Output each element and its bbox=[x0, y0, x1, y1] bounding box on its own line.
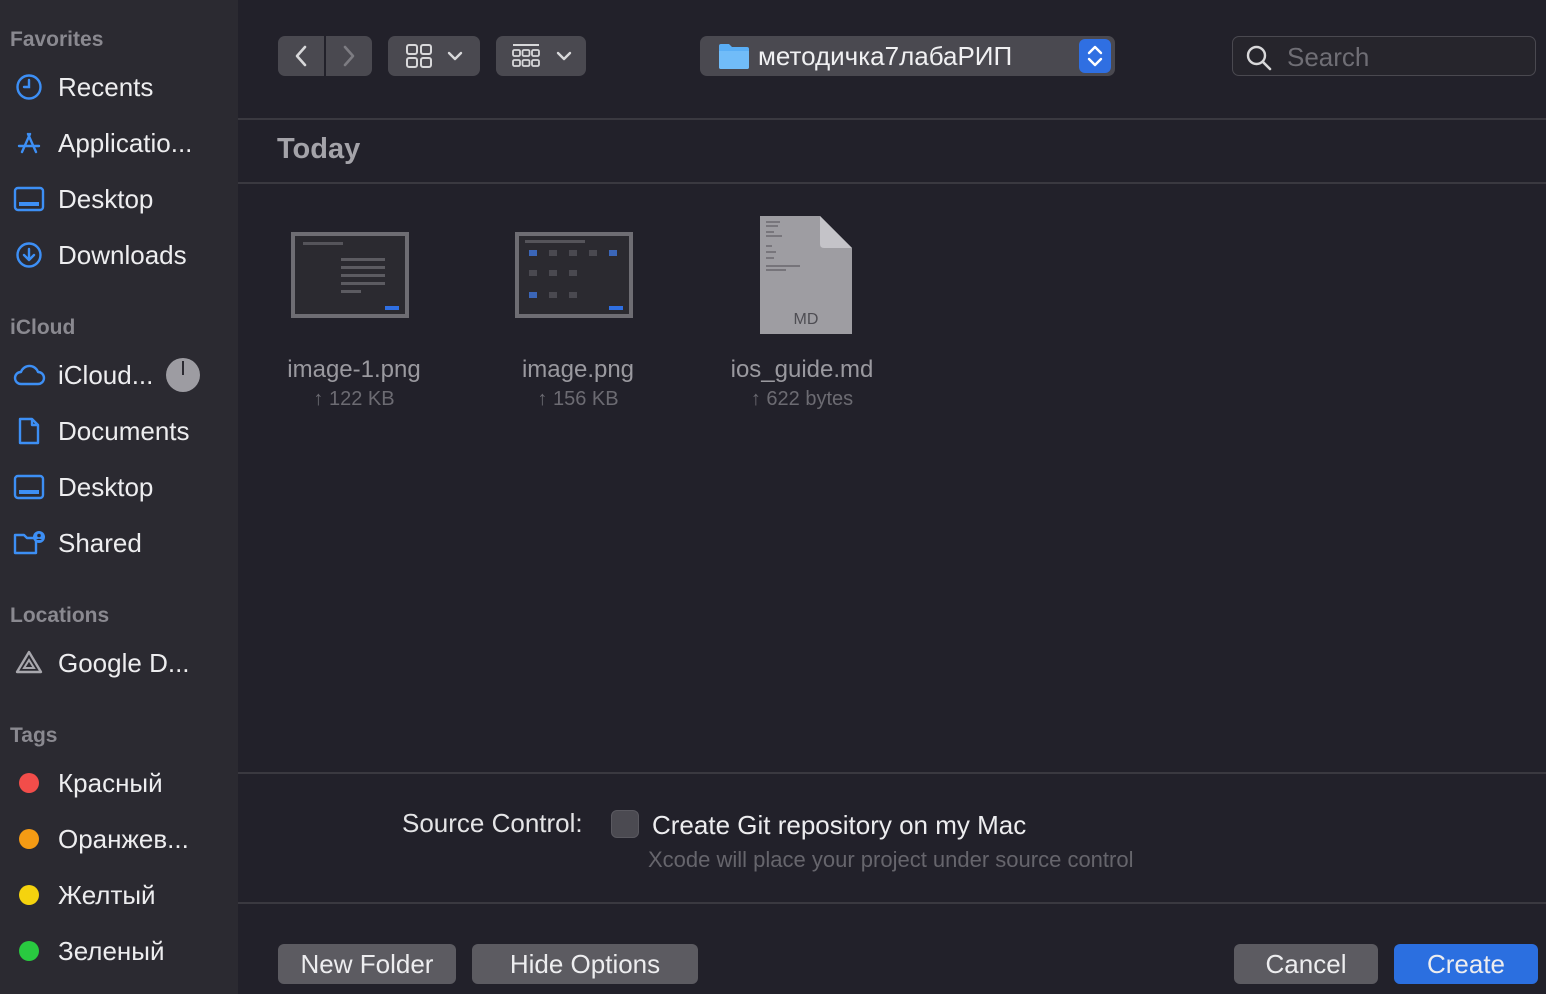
sidebar-tag-green[interactable]: Зеленый bbox=[0, 928, 238, 974]
create-button[interactable]: Create bbox=[1394, 944, 1538, 984]
toolbar-divider bbox=[238, 118, 1546, 120]
file-item[interactable]: image.png ↑ 156 KB bbox=[468, 210, 688, 420]
cloud-icon bbox=[12, 358, 46, 392]
forward-button[interactable] bbox=[326, 36, 372, 76]
sidebar-item-label: Desktop bbox=[58, 183, 154, 214]
sidebar-item-label: Applicatio... bbox=[58, 127, 193, 158]
sidebar-tag-red[interactable]: Красный bbox=[0, 760, 238, 806]
back-button[interactable] bbox=[278, 36, 324, 76]
sidebar-item-label: Downloads bbox=[58, 239, 187, 270]
chevron-down-icon bbox=[556, 51, 572, 61]
sidebar-item-label: Красный bbox=[58, 767, 163, 798]
file-size: ↑ 122 KB bbox=[313, 388, 395, 410]
sidebar-item-downloads[interactable]: Downloads bbox=[0, 232, 238, 278]
sidebar-item-applications[interactable]: Applicatio... bbox=[0, 120, 238, 166]
search-placeholder: Search bbox=[1287, 42, 1370, 72]
source-control-label: Source Control: bbox=[402, 808, 583, 838]
chevron-down-icon bbox=[447, 51, 463, 61]
sidebar-item-label: iCloud... bbox=[58, 359, 154, 390]
sidebar-item-label: Желтый bbox=[58, 879, 156, 910]
new-folder-button[interactable]: New Folder bbox=[278, 944, 456, 984]
tag-dot-icon bbox=[12, 766, 46, 800]
view-mode-button[interactable] bbox=[388, 36, 480, 76]
sync-progress-icon bbox=[166, 358, 200, 392]
sidebar-tag-orange[interactable]: Оранжев... bbox=[0, 816, 238, 862]
sidebar-item-label: Зеленый bbox=[58, 935, 165, 966]
file-size: ↑ 622 bytes bbox=[750, 388, 854, 410]
shared-folder-icon bbox=[12, 526, 46, 560]
git-repo-checkbox-label[interactable]: Create Git repository on my Mac bbox=[652, 810, 1026, 841]
sidebar-item-label: Оранжев... bbox=[58, 823, 189, 854]
applications-icon bbox=[12, 126, 46, 160]
file-item[interactable]: image-1.png ↑ 122 KB bbox=[244, 210, 464, 420]
buttons-divider bbox=[238, 902, 1546, 904]
popup-stepper-icon bbox=[1079, 39, 1111, 73]
file-item[interactable]: MD ios_guide.md ↑ 622 bytes bbox=[692, 210, 912, 420]
git-repo-checkbox[interactable] bbox=[611, 810, 639, 838]
desktop-icon bbox=[12, 470, 46, 504]
file-size: ↑ 156 KB bbox=[537, 388, 619, 410]
favorites-heading: Favorites bbox=[10, 28, 104, 51]
sidebar-item-label: Google D... bbox=[58, 647, 190, 678]
file-name: ios_guide.md bbox=[730, 356, 874, 383]
tag-dot-icon bbox=[12, 878, 46, 912]
sidebar-tag-yellow[interactable]: Желтый bbox=[0, 872, 238, 918]
tags-heading: Tags bbox=[10, 724, 58, 747]
sidebar-item-label: Shared bbox=[58, 527, 142, 558]
chevron-right-icon bbox=[343, 45, 355, 67]
file-name: image.png bbox=[521, 356, 635, 383]
group-by-button[interactable] bbox=[496, 36, 586, 76]
file-badge: MD bbox=[794, 311, 819, 328]
hide-options-button[interactable]: Hide Options bbox=[472, 944, 698, 984]
tag-dot-icon bbox=[12, 934, 46, 968]
sidebar-item-label: Documents bbox=[58, 415, 190, 446]
sidebar-item-shared[interactable]: Shared bbox=[0, 520, 238, 566]
tag-dot-icon bbox=[12, 822, 46, 856]
sidebar-item-icloud-desktop[interactable]: Desktop bbox=[0, 464, 238, 510]
icon-view-grid-icon bbox=[406, 44, 432, 68]
sidebar-item-desktop[interactable]: Desktop bbox=[0, 176, 238, 222]
chevron-left-icon bbox=[295, 45, 307, 67]
locations-heading: Locations bbox=[10, 604, 110, 627]
options-divider bbox=[238, 772, 1546, 774]
folder-icon bbox=[719, 44, 749, 69]
sidebar-item-icloud-drive[interactable]: iCloud... bbox=[0, 352, 238, 398]
location-popup[interactable]: методичка7лабаРИП bbox=[700, 36, 1115, 76]
desktop-icon bbox=[12, 182, 46, 216]
cancel-button[interactable]: Cancel bbox=[1234, 944, 1378, 984]
markdown-file-icon: MD bbox=[760, 216, 852, 334]
document-icon bbox=[12, 414, 46, 448]
sidebar: Favorites Recents Applicatio... Desktop … bbox=[0, 0, 238, 994]
group-icon bbox=[512, 44, 540, 67]
image-thumbnail bbox=[291, 232, 409, 318]
sidebar-item-google-drive[interactable]: Google D... bbox=[0, 640, 238, 686]
search-icon bbox=[1246, 45, 1272, 71]
git-repo-hint: Xcode will place your project under sour… bbox=[648, 847, 1134, 872]
search-field[interactable]: Search bbox=[1232, 36, 1536, 76]
sidebar-item-label: Recents bbox=[58, 71, 154, 102]
location-path-label: методичка7лабаРИП bbox=[758, 41, 1013, 71]
group-divider bbox=[238, 182, 1546, 184]
sidebar-item-recents[interactable]: Recents bbox=[0, 64, 238, 110]
google-drive-icon bbox=[12, 646, 46, 680]
sidebar-item-documents[interactable]: Documents bbox=[0, 408, 238, 454]
downloads-icon bbox=[12, 238, 46, 272]
sidebar-item-label: Desktop bbox=[58, 471, 154, 502]
icloud-heading: iCloud bbox=[10, 316, 76, 339]
group-title: Today bbox=[277, 133, 361, 165]
file-name: image-1.png bbox=[287, 356, 421, 383]
clock-icon bbox=[12, 70, 46, 104]
image-thumbnail bbox=[515, 232, 633, 318]
